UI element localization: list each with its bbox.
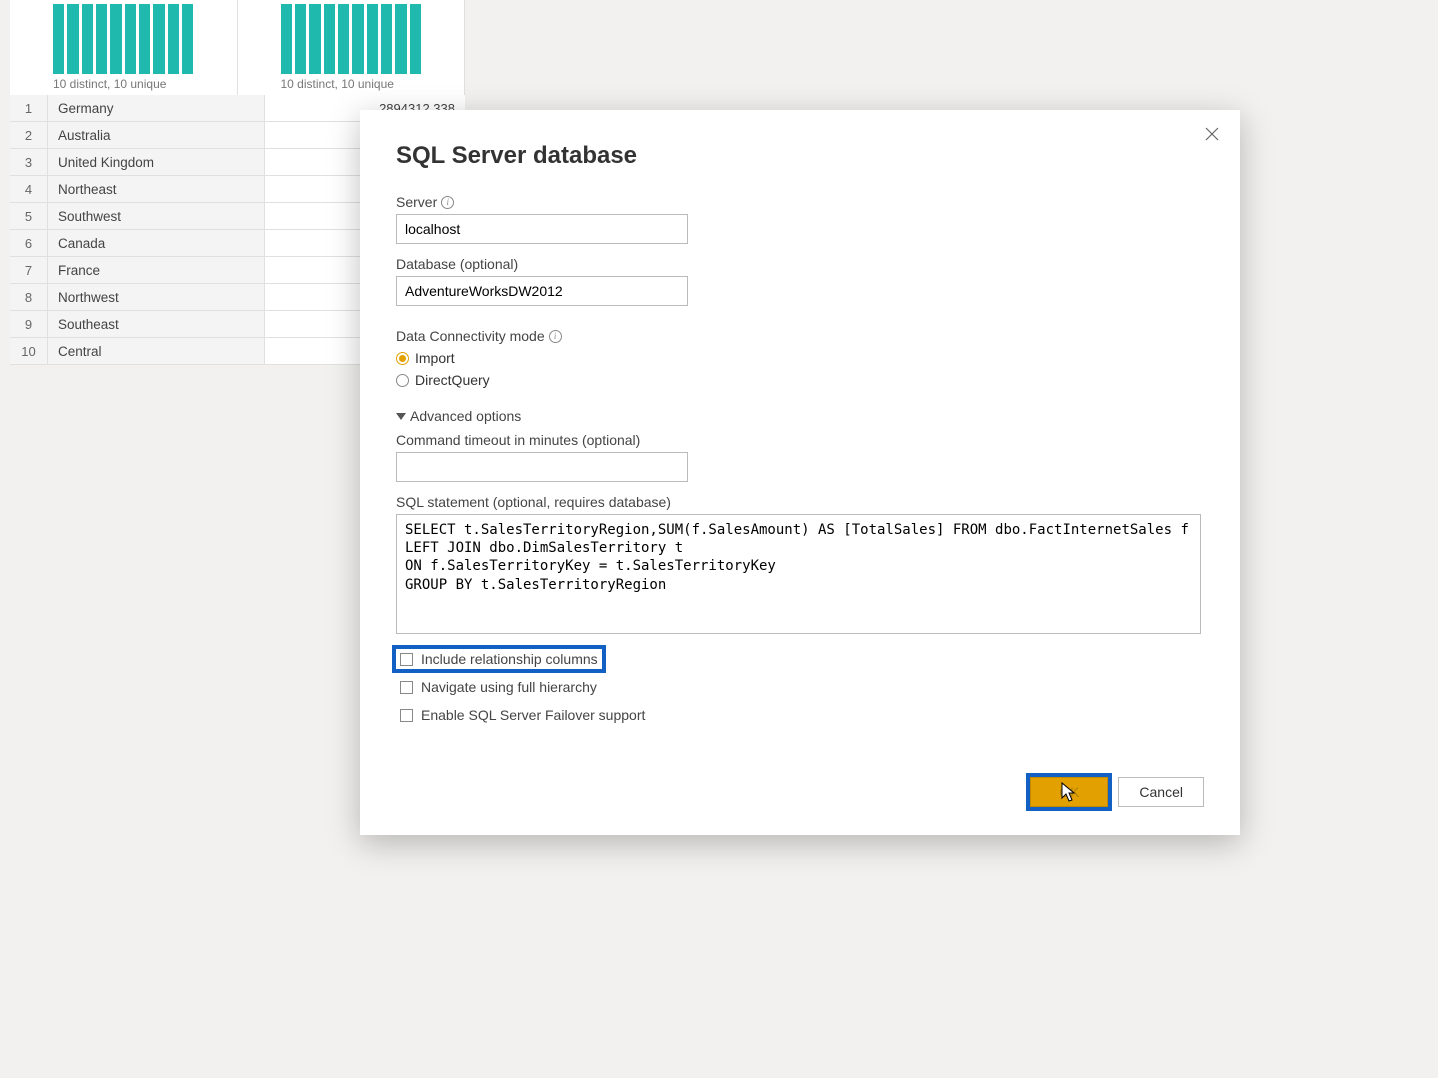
checkbox-hierarchy-label: Navigate using full hierarchy (421, 679, 597, 695)
checkbox-include-relationship[interactable]: Include relationship columns (396, 649, 602, 669)
radio-import[interactable]: Import (396, 350, 1204, 366)
checkbox-relationship-label: Include relationship columns (421, 651, 598, 667)
advanced-options-toggle[interactable]: Advanced options (396, 408, 1204, 424)
column-chart-2-label: 10 distinct, 10 unique (246, 74, 457, 91)
sql-statement-label: SQL statement (optional, requires databa… (396, 494, 1204, 510)
column-chart-2: 10 distinct, 10 unique (238, 0, 466, 95)
dialog-title: SQL Server database (396, 142, 1204, 170)
connectivity-mode-label: Data Connectivity mode i (396, 328, 1204, 344)
radio-import-label: Import (415, 350, 455, 366)
info-icon[interactable]: i (441, 196, 454, 209)
sql-server-database-dialog: SQL Server database Server i Database (o… (360, 110, 1240, 835)
checkbox-navigate-hierarchy[interactable]: Navigate using full hierarchy (396, 677, 601, 697)
checkbox-failover-label: Enable SQL Server Failover support (421, 707, 645, 723)
triangle-down-icon (396, 413, 406, 420)
dialog-buttons: OK Cancel (1030, 777, 1204, 807)
close-button[interactable] (1202, 124, 1222, 144)
checkbox-icon (400, 709, 413, 722)
info-icon[interactable]: i (549, 330, 562, 343)
checkbox-icon (400, 681, 413, 694)
timeout-label: Command timeout in minutes (optional) (396, 432, 1204, 448)
server-label: Server i (396, 194, 1204, 210)
column-quality-charts: 10 distinct, 10 unique 10 distinct, 10 u… (10, 0, 465, 95)
radio-directquery[interactable]: DirectQuery (396, 372, 1204, 388)
sql-statement-input[interactable]: SELECT t.SalesTerritoryRegion,SUM(f.Sale… (396, 514, 1201, 634)
column-chart-1: 10 distinct, 10 unique (10, 0, 238, 95)
radio-directquery-label: DirectQuery (415, 372, 490, 388)
cancel-button[interactable]: Cancel (1118, 777, 1204, 807)
close-icon (1205, 127, 1219, 141)
ok-button[interactable]: OK (1030, 777, 1108, 807)
column-chart-1-label: 10 distinct, 10 unique (18, 74, 229, 91)
checkbox-failover-support[interactable]: Enable SQL Server Failover support (396, 705, 649, 725)
timeout-input[interactable] (396, 452, 688, 482)
database-input[interactable] (396, 276, 688, 306)
radio-icon (396, 374, 409, 387)
advanced-options-label: Advanced options (410, 408, 521, 424)
server-input[interactable] (396, 214, 688, 244)
database-label: Database (optional) (396, 256, 1204, 272)
radio-icon (396, 352, 409, 365)
checkbox-icon (400, 653, 413, 666)
